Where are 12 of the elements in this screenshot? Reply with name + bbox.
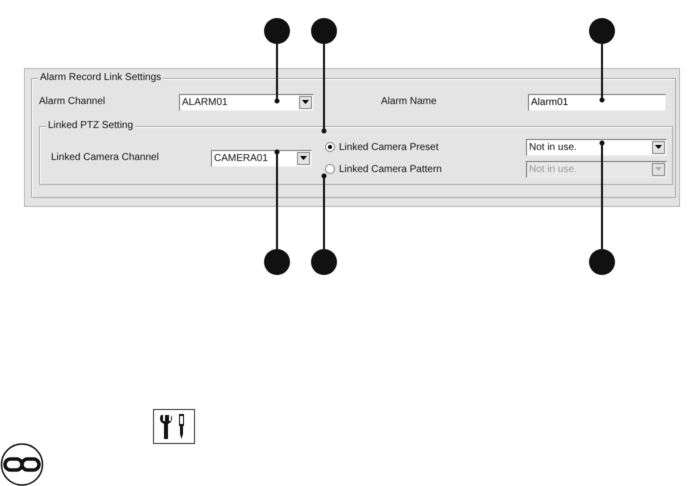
dropdown[interactable]: CAMERA01 (211, 150, 312, 166)
field-label: Alarm Channel (39, 96, 106, 108)
radio-circle-icon[interactable] (325, 142, 335, 152)
dropdown[interactable]: ALARM01 (179, 94, 314, 110)
group-title: Alarm Record Link Settings (38, 72, 164, 84)
group-title: Linked PTZ Setting (46, 120, 136, 132)
field-label: Alarm Name (381, 96, 438, 108)
input-field[interactable]: Alarm01 (528, 94, 666, 110)
dropdown[interactable]: Not in use. (526, 138, 667, 156)
radio-button[interactable]: Linked Camera Preset (325, 142, 526, 152)
field-label: Linked Camera Channel (51, 152, 160, 164)
tools-icon (153, 409, 195, 444)
